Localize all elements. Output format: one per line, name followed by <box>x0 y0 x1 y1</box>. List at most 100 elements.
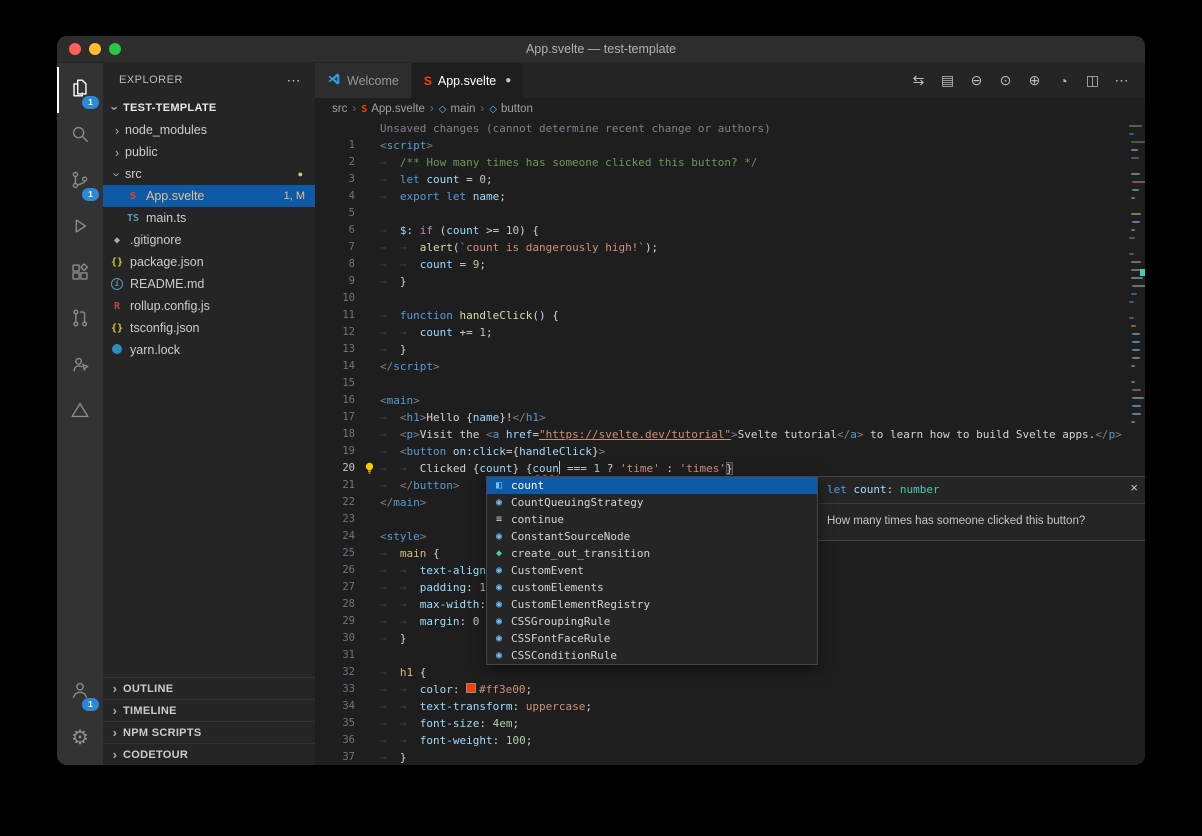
glyph-margin <box>360 375 380 392</box>
code-text: → → text-transform: uppercase; <box>380 698 1145 715</box>
breadcrumb-item-app-svelte[interactable]: SApp.svelte <box>361 103 425 115</box>
minimap-line <box>1131 381 1136 383</box>
line-number: 28 <box>315 596 360 613</box>
minimap-line <box>1132 413 1141 415</box>
tab-label: Welcome <box>347 74 399 88</box>
close-icon[interactable]: × <box>1130 480 1138 495</box>
tab-app-svelte[interactable]: SApp.svelte● <box>412 63 524 98</box>
file--gitignore[interactable]: ◆.gitignore <box>103 229 315 251</box>
code-text: → → color: #ff3e00; <box>380 681 1145 698</box>
panel-header-outline[interactable]: ›OUTLINE <box>103 677 315 699</box>
toggle-annotations-icon[interactable]: ⊙ <box>992 72 1019 89</box>
activity-source-control[interactable]: 1 <box>57 159 103 205</box>
code-token: { <box>426 547 439 560</box>
code-token: script <box>387 139 427 152</box>
file-package-json[interactable]: {}package.json <box>103 251 315 273</box>
minimap-line <box>1129 237 1135 239</box>
line-number: 18 <box>315 426 360 443</box>
suggest-item[interactable]: ◉ ConstantSourceNode <box>487 528 817 545</box>
code-token: > <box>539 411 546 424</box>
code-editor[interactable]: Unsaved changes (cannot determine recent… <box>315 120 1145 765</box>
activity-run-and-debug[interactable] <box>57 205 103 251</box>
line-number: 11 <box>315 307 360 324</box>
suggest-item[interactable]: ◉CSSFontFaceRule <box>487 630 817 647</box>
suggest-item[interactable]: ◉CountQueuingStrategy <box>487 494 817 511</box>
activity-codetour[interactable] <box>57 389 103 435</box>
glyph-margin <box>360 664 380 681</box>
workspace-section-header[interactable]: › TEST-TEMPLATE <box>103 97 315 119</box>
more-actions-icon[interactable]: ⋯ <box>287 72 302 89</box>
file-app-svelte[interactable]: SApp.svelte1, M <box>103 185 315 207</box>
code-token: count <box>420 258 453 271</box>
activity-accounts[interactable]: 1 <box>57 669 103 715</box>
symbol-module-icon: ◆ <box>492 548 506 559</box>
gear-icon: ⚙ <box>71 727 89 749</box>
folder-public[interactable]: ›public <box>103 141 315 163</box>
line-number: 14 <box>315 358 360 375</box>
minimap[interactable] <box>1127 120 1145 765</box>
glyph-margin <box>360 579 380 596</box>
open-changes-icon[interactable]: ▤ <box>934 72 961 89</box>
file-readme-md[interactable]: iREADME.md <box>103 273 315 295</box>
suggest-item[interactable]: ◧count <box>487 477 817 494</box>
breadcrumb-item-main[interactable]: ◇main <box>439 103 476 115</box>
activity-search[interactable] <box>57 113 103 159</box>
code-line: 5 <box>315 205 1145 222</box>
line-number: 25 <box>315 545 360 562</box>
panel-header-timeline[interactable]: ›TIMELINE <box>103 699 315 721</box>
symbol-class-icon: ◉ <box>492 531 506 542</box>
minimap-line <box>1132 349 1140 351</box>
suggest-item[interactable]: ◉CustomElementRegistry <box>487 596 817 613</box>
code-token: ( <box>433 224 446 237</box>
file-tsconfig-json[interactable]: {}tsconfig.json <box>103 317 315 339</box>
previous-change-icon[interactable]: ⊖ <box>963 72 990 89</box>
codetour-icon <box>69 399 91 426</box>
activity-manage[interactable]: ⚙ <box>57 715 103 761</box>
code-token: h1 <box>407 411 420 424</box>
minimap-line <box>1131 261 1141 263</box>
tab-welcome[interactable]: Welcome <box>315 63 412 98</box>
file-main-ts[interactable]: TSmain.ts <box>103 207 315 229</box>
suggest-item[interactable]: ≡continue <box>487 511 817 528</box>
activity-explorer[interactable]: 1 <box>57 67 103 113</box>
breadcrumb-item-src[interactable]: src <box>332 103 347 115</box>
indent-guide: → <box>380 156 400 169</box>
suggest-item[interactable]: ◉CustomEvent <box>487 562 817 579</box>
split-editor-icon[interactable]: ◫ <box>1079 72 1106 89</box>
breadcrumb-separator: › <box>478 103 486 115</box>
suggest-item[interactable]: ◉CSSConditionRule <box>487 647 817 664</box>
activity-live-share[interactable] <box>57 343 103 389</box>
code-token: padding <box>420 581 466 594</box>
code-token: </ <box>1095 428 1108 441</box>
line-number: 10 <box>315 290 360 307</box>
indent-guide: → <box>380 190 400 203</box>
suggest-label: ConstantSourceNode <box>511 530 630 543</box>
more-actions-icon[interactable]: ⋯ <box>1108 72 1135 89</box>
suggest-item[interactable]: ◆create_out_transition <box>487 545 817 562</box>
breadcrumb-label: main <box>450 103 475 115</box>
minimap-line <box>1129 301 1134 303</box>
folder-node-modules[interactable]: ›node_modules <box>103 119 315 141</box>
breadcrumb-item-button[interactable]: ◇button <box>489 103 533 115</box>
compare-changes-icon[interactable]: ⇆ <box>905 72 932 89</box>
svelte-icon: S <box>361 104 367 115</box>
suggest-item[interactable]: ◉CSSGroupingRule <box>487 613 817 630</box>
code-line: 9→ } <box>315 273 1145 290</box>
suggest-item[interactable]: ◉customElements <box>487 579 817 596</box>
next-change-icon[interactable]: ⊕ <box>1021 72 1048 89</box>
code-token: : <box>460 615 473 628</box>
symbol-class-icon: ◉ <box>492 599 506 610</box>
panel-header-codetour[interactable]: ›CODETOUR <box>103 743 315 765</box>
chevron-right-icon: › <box>107 725 123 740</box>
autocomplete-widget: ◧count◉CountQueuingStrategy≡continue ◉ Con… <box>486 476 818 665</box>
panel-header-npm-scripts[interactable]: ›NPM SCRIPTS <box>103 721 315 743</box>
file-rollup-config-js[interactable]: Rrollup.config.js <box>103 295 315 317</box>
file-history-icon[interactable]: ◔ <box>1050 73 1077 89</box>
activity-extensions[interactable] <box>57 251 103 297</box>
minimap-line <box>1131 213 1142 215</box>
activity-github-pull-requests[interactable] <box>57 297 103 343</box>
tabs: Welcome SApp.svelte● <box>315 63 524 98</box>
file-yarn-lock[interactable]: yarn.lock <box>103 339 315 361</box>
folder-src[interactable]: ›src● <box>103 163 315 185</box>
chevron-right-icon: › <box>107 681 123 696</box>
